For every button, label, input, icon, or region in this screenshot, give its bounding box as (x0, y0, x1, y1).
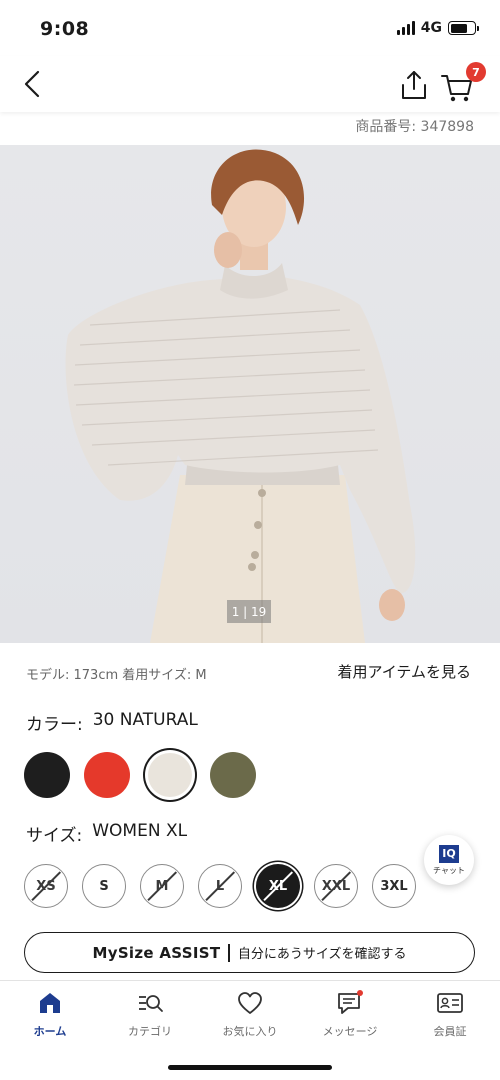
size-option-l[interactable]: L (198, 864, 242, 908)
size-selection-label: サイズ: WOMEN XL (26, 821, 187, 846)
color-swatches (24, 752, 256, 798)
size-value: WOMEN XL (92, 821, 188, 841)
see-worn-items-link[interactable]: 着用アイテムを見る (337, 661, 471, 682)
size-option-3xl[interactable]: 3XL (372, 864, 416, 908)
tab-label: ホーム (33, 1025, 67, 1038)
cart-button[interactable]: 7 (440, 62, 486, 104)
nav-bar: 7 (0, 56, 500, 112)
tab-label: お気に入り (222, 1025, 278, 1038)
home-icon (40, 993, 60, 1013)
tab-label: 会員証 (433, 1025, 467, 1038)
size-option-m[interactable]: M (140, 864, 184, 908)
status-bar: 9:08 4G (0, 0, 500, 56)
image-counter: 1 | 19 (227, 600, 271, 623)
product-image[interactable] (0, 145, 500, 643)
tab-label: メッセージ (322, 1025, 378, 1038)
back-button[interactable] (14, 66, 50, 102)
heart-icon (238, 992, 262, 1014)
status-time: 9:08 (40, 18, 90, 40)
category-search-icon (139, 995, 163, 1012)
swatch-olive[interactable] (210, 752, 256, 798)
status-indicators: 4G (396, 20, 479, 36)
size-option-xxl[interactable]: XXL (314, 864, 358, 908)
divider (228, 943, 230, 962)
swatch-red[interactable] (84, 752, 130, 798)
size-option-s[interactable]: S (82, 864, 126, 908)
swatch-natural[interactable] (148, 753, 192, 797)
size-options: XS S M L XL XXL 3XL (24, 864, 416, 908)
color-label: カラー: (26, 715, 83, 735)
chevron-left-icon (24, 70, 40, 98)
tab-member-card[interactable]: 会員証 (400, 989, 500, 1049)
message-icon (338, 990, 363, 1014)
signal-icon (396, 21, 415, 35)
tab-messages[interactable]: メッセージ (300, 989, 400, 1049)
cart-count-badge: 7 (466, 62, 486, 82)
share-button[interactable] (398, 68, 430, 102)
size-label: サイズ: (26, 826, 83, 846)
mysize-assist-button[interactable]: MySize ASSIST 自分にあうサイズを確認する (24, 932, 475, 973)
swatch-black[interactable] (24, 752, 70, 798)
tab-favorites[interactable]: お気に入り (200, 989, 300, 1049)
tab-home[interactable]: ホーム (0, 989, 100, 1049)
model-info: モデル: 173cm 着用サイズ: M (26, 668, 207, 683)
battery-icon (448, 21, 479, 35)
tab-category[interactable]: カテゴリ (100, 989, 200, 1049)
chat-button[interactable]: IQ チャット (424, 835, 474, 885)
product-code: 商品番号: 347898 (355, 119, 474, 135)
home-indicator (168, 1065, 332, 1070)
member-card-icon (437, 993, 463, 1013)
size-option-xs[interactable]: XS (24, 864, 68, 908)
network-type: 4G (420, 20, 442, 36)
color-value: 30 NATURAL (92, 710, 198, 730)
mysize-brand: MySize ASSIST (92, 943, 221, 962)
color-selection-label: カラー: 30 NATURAL (26, 710, 198, 735)
size-option-xl[interactable]: XL (256, 864, 300, 908)
mysize-text: 自分にあうサイズを確認する (237, 947, 407, 962)
product-photo-illustration (65, 149, 416, 643)
iq-logo-icon: IQ (439, 844, 459, 863)
chat-label: チャット (433, 865, 465, 875)
share-icon (402, 71, 426, 99)
tab-label: カテゴリ (128, 1025, 172, 1038)
